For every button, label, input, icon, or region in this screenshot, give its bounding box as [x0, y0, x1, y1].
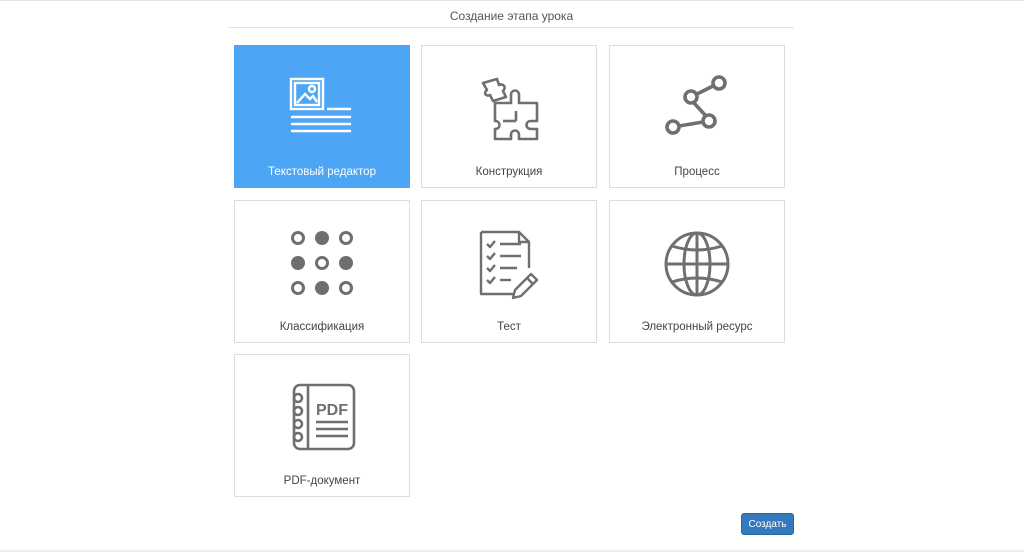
tile-label: Процесс	[674, 166, 720, 178]
tile-text-editor[interactable]: Текстовый редактор	[234, 45, 410, 188]
tile-test[interactable]: Тест	[421, 200, 597, 343]
tile-classification[interactable]: Классификация	[234, 200, 410, 343]
create-button[interactable]: Создать	[741, 513, 794, 535]
process-icon	[661, 73, 733, 145]
tile-pdf-document[interactable]: PDF PDF-документ	[234, 354, 410, 497]
tile-construction[interactable]: Конструкция	[421, 45, 597, 188]
pdf-notebook-icon: PDF	[286, 382, 358, 454]
dialog-title: Создание этапа урока	[229, 0, 794, 28]
tile-label: PDF-документ	[283, 475, 361, 487]
test-checklist-icon	[473, 228, 545, 300]
dots-grid-icon	[286, 228, 358, 300]
pdf-text: PDF	[316, 402, 348, 419]
tile-label: Тест	[497, 321, 521, 333]
tile-label: Текстовый редактор	[268, 166, 376, 178]
tile-electronic-resource[interactable]: Электронный ресурс	[609, 200, 785, 343]
globe-icon	[661, 228, 733, 300]
tile-label: Электронный ресурс	[641, 321, 753, 333]
tile-label: Конструкция	[475, 166, 543, 178]
text-editor-icon	[286, 73, 358, 145]
tile-process[interactable]: Процесс	[609, 45, 785, 188]
tile-label: Классификация	[279, 321, 365, 333]
puzzle-icon	[473, 73, 545, 145]
